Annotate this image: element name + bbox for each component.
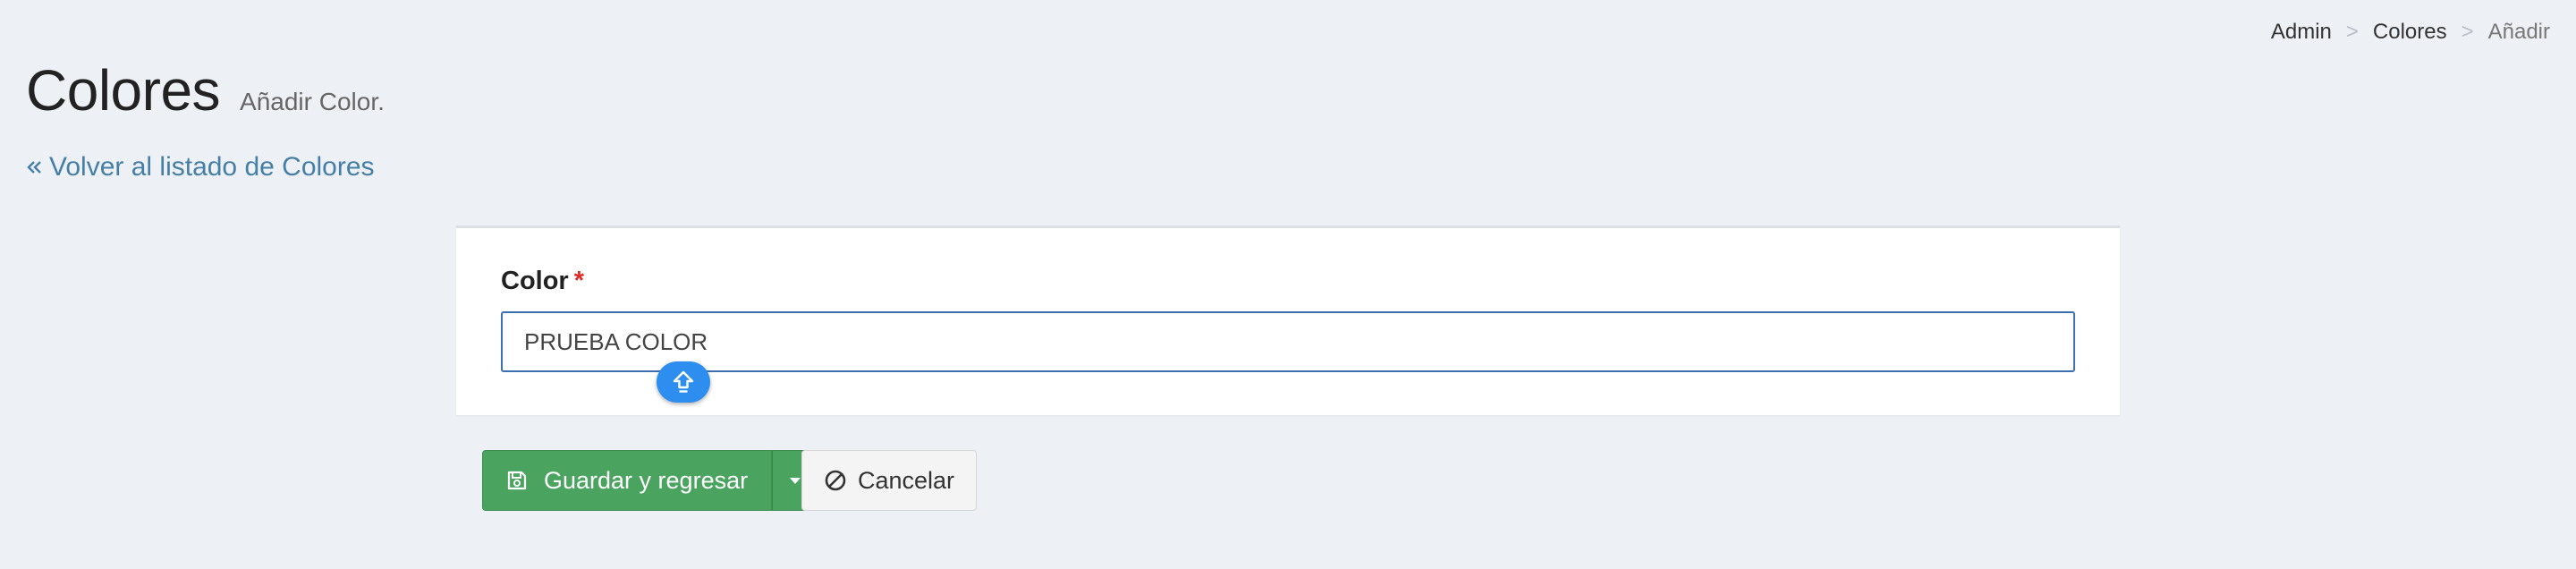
save-and-return-label: Guardar y regresar xyxy=(544,466,749,494)
breadcrumb-separator: > xyxy=(2345,20,2359,44)
shift-arrow-icon xyxy=(657,361,710,403)
breadcrumb-separator: > xyxy=(2461,20,2474,44)
required-indicator: * xyxy=(573,267,585,295)
breadcrumb-item-colores[interactable]: Colores xyxy=(2373,20,2447,45)
floppy-disk-icon xyxy=(506,470,528,491)
cancel-button[interactable]: Cancelar xyxy=(801,450,978,511)
back-to-list-link[interactable]: Volver al listado de Colores xyxy=(26,152,375,183)
page-subtitle: Añadir Color. xyxy=(240,88,385,115)
back-to-list-label: Volver al listado de Colores xyxy=(49,152,375,182)
save-button-group: Guardar y regresar xyxy=(482,450,819,511)
cancel-label: Cancelar xyxy=(858,466,955,494)
page-header: Colores Añadir Color. xyxy=(26,57,385,123)
caret-down-icon xyxy=(788,474,802,488)
color-label-text: Color xyxy=(501,267,569,295)
breadcrumb: Admin > Colores > Añadir xyxy=(2271,20,2550,45)
save-and-return-button[interactable]: Guardar y regresar xyxy=(482,450,773,511)
ban-icon xyxy=(824,469,847,492)
angle-double-left-icon xyxy=(26,158,44,176)
page: Admin > Colores > Añadir Colores Añadir … xyxy=(0,0,2576,569)
color-field-label: Color * xyxy=(501,267,584,296)
form-card: Color * xyxy=(456,225,2120,415)
breadcrumb-item-anadir: Añadir xyxy=(2487,20,2550,44)
breadcrumb-item-admin[interactable]: Admin xyxy=(2271,20,2332,45)
color-input[interactable] xyxy=(501,311,2075,372)
page-title: Colores xyxy=(26,58,221,123)
